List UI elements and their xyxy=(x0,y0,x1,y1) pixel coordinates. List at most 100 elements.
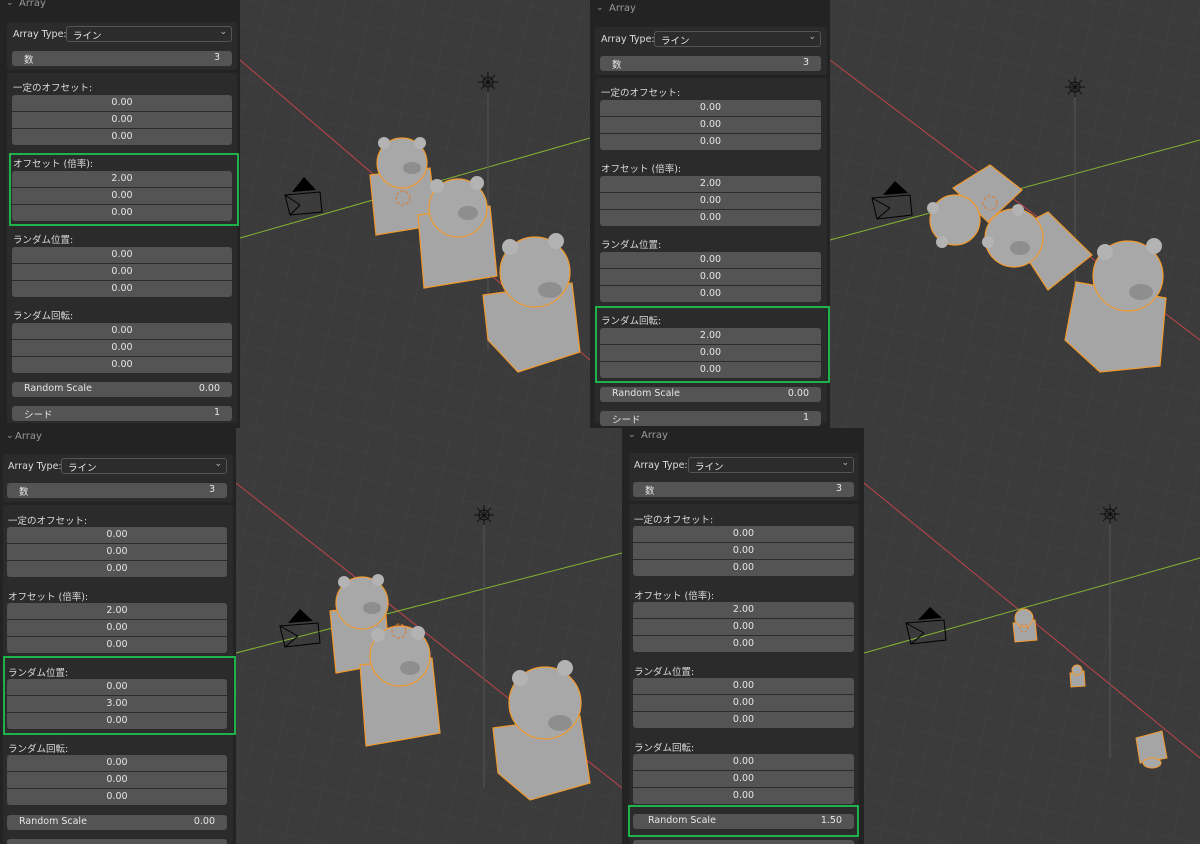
constant-offset-y-field[interactable]: 0.00 xyxy=(633,543,854,559)
array-type-value: ライン xyxy=(73,31,102,42)
random-position-y-field[interactable]: 0.00 xyxy=(633,695,854,711)
random-position-label: ランダム位置: xyxy=(13,235,74,246)
random-position-vector: 0.00 0.00 0.00 xyxy=(600,252,821,302)
relative-offset-vector: 2.00 0.00 0.00 xyxy=(7,603,227,653)
array-modifier-panel: ⌄ Array Array Type: ライン ⌄ 数 3 一定のオフセット: … xyxy=(0,0,240,428)
caret-down-icon: ⌄ xyxy=(808,32,816,42)
random-position-y-field[interactable]: 0.00 xyxy=(12,264,232,280)
constant-offset-vector: 0.00 0.00 0.00 xyxy=(633,526,854,576)
random-scale-field[interactable]: Random Scale 0.00 xyxy=(7,815,227,830)
chevron-down-icon[interactable]: ⌄ xyxy=(596,3,604,13)
random-rotation-vector: 0.00 0.00 0.00 xyxy=(633,754,854,804)
seed-field[interactable] xyxy=(633,840,854,844)
random-position-vector: 0.00 0.00 0.00 xyxy=(633,678,854,728)
seed-label: シード xyxy=(24,410,53,421)
relative-offset-x-field[interactable]: 2.00 xyxy=(600,176,821,192)
relative-offset-y-field[interactable]: 0.00 xyxy=(633,619,854,635)
array-type-dropdown[interactable]: ライン ⌄ xyxy=(688,457,854,473)
random-rotation-x-field[interactable]: 0.00 xyxy=(633,754,854,770)
random-rotation-label: ランダム回転: xyxy=(13,311,74,322)
random-rotation-vector: 0.00 0.00 0.00 xyxy=(12,323,232,373)
array-type-label: Array Type: xyxy=(13,29,67,40)
constant-offset-y-field[interactable]: 0.00 xyxy=(12,112,232,128)
chevron-down-icon[interactable]: ⌄ xyxy=(6,431,14,441)
relative-offset-x-field[interactable]: 2.00 xyxy=(7,603,227,619)
panel-title: Array xyxy=(15,431,42,442)
panel-header[interactable]: ⌄ Array xyxy=(0,0,240,14)
relative-offset-vector: 2.00 0.00 0.00 xyxy=(600,176,821,226)
relative-offset-z-field[interactable]: 0.00 xyxy=(600,210,821,226)
chevron-down-icon[interactable]: ⌄ xyxy=(628,430,636,440)
count-label: 数 xyxy=(612,60,622,71)
random-rotation-z-field[interactable]: 0.00 xyxy=(7,789,227,805)
caret-down-icon: ⌄ xyxy=(219,27,227,37)
seed-field[interactable] xyxy=(7,839,227,844)
random-position-x-field[interactable]: 0.00 xyxy=(600,252,821,268)
constant-offset-x-field[interactable]: 0.00 xyxy=(12,95,232,111)
relative-offset-x-field[interactable]: 2.00 xyxy=(633,602,854,618)
seed-value: 1 xyxy=(213,407,220,418)
constant-offset-vector: 0.00 0.00 0.00 xyxy=(7,527,227,577)
random-rotation-x-field[interactable]: 0.00 xyxy=(12,323,232,339)
random-rotation-y-field[interactable]: 0.00 xyxy=(7,772,227,788)
highlight-box xyxy=(595,306,830,383)
random-rotation-x-field[interactable]: 0.00 xyxy=(7,755,227,771)
random-rotation-vector: 0.00 0.00 0.00 xyxy=(7,755,227,805)
relative-offset-label: オフセット (倍率): xyxy=(634,591,715,602)
constant-offset-z-field[interactable]: 0.00 xyxy=(12,129,232,145)
panel-title: Array xyxy=(609,3,636,14)
random-rotation-y-field[interactable]: 0.00 xyxy=(633,771,854,787)
seed-field[interactable]: シード 1 xyxy=(12,406,232,421)
array-type-label: Array Type: xyxy=(634,460,688,471)
panel-title: Array xyxy=(641,430,668,441)
constant-offset-x-field[interactable]: 0.00 xyxy=(633,526,854,542)
constant-offset-x-field[interactable]: 0.00 xyxy=(7,527,227,543)
caret-down-icon: ⌄ xyxy=(841,458,849,468)
random-scale-field[interactable]: Random Scale 0.00 xyxy=(600,387,821,402)
caret-down-icon: ⌄ xyxy=(214,459,222,469)
seed-value: 1 xyxy=(802,412,809,423)
random-rotation-z-field[interactable]: 0.00 xyxy=(12,357,232,373)
count-field[interactable]: 数 3 xyxy=(7,483,227,498)
constant-offset-x-field[interactable]: 0.00 xyxy=(600,100,821,116)
count-field[interactable]: 数 3 xyxy=(633,482,854,497)
panel-header[interactable]: ⌄ Array xyxy=(622,428,864,446)
highlight-box xyxy=(3,656,236,735)
constant-offset-label: 一定のオフセット: xyxy=(13,83,93,94)
random-rotation-z-field[interactable]: 0.00 xyxy=(633,788,854,804)
random-rotation-label: ランダム回転: xyxy=(8,744,69,755)
constant-offset-z-field[interactable]: 0.00 xyxy=(7,561,227,577)
constant-offset-vector: 0.00 0.00 0.00 xyxy=(12,95,232,145)
random-position-z-field[interactable]: 0.00 xyxy=(600,286,821,302)
relative-offset-y-field[interactable]: 0.00 xyxy=(7,620,227,636)
array-type-dropdown[interactable]: ライン ⌄ xyxy=(61,458,227,474)
relative-offset-y-field[interactable]: 0.00 xyxy=(600,193,821,209)
panel-header[interactable]: ⌄ Array xyxy=(0,429,236,447)
constant-offset-y-field[interactable]: 0.00 xyxy=(600,117,821,133)
array-type-dropdown[interactable]: ライン ⌄ xyxy=(654,31,821,47)
relative-offset-z-field[interactable]: 0.00 xyxy=(7,637,227,653)
array-type-label: Array Type: xyxy=(601,34,655,45)
count-value: 3 xyxy=(208,484,215,495)
constant-offset-z-field[interactable]: 0.00 xyxy=(600,134,821,150)
constant-offset-z-field[interactable]: 0.00 xyxy=(633,560,854,576)
panel-header[interactable]: ⌄ Array xyxy=(590,1,830,19)
random-scale-label: Random Scale xyxy=(24,383,92,394)
random-scale-field[interactable]: Random Scale 0.00 xyxy=(12,382,232,397)
count-field[interactable]: 数 3 xyxy=(12,51,232,66)
seed-field[interactable]: シード 1 xyxy=(600,411,821,426)
highlight-box xyxy=(628,805,859,837)
random-position-y-field[interactable]: 0.00 xyxy=(600,269,821,285)
array-type-dropdown[interactable]: ライン ⌄ xyxy=(66,26,232,42)
random-position-z-field[interactable]: 0.00 xyxy=(12,281,232,297)
random-position-x-field[interactable]: 0.00 xyxy=(12,247,232,263)
random-position-z-field[interactable]: 0.00 xyxy=(633,712,854,728)
random-position-x-field[interactable]: 0.00 xyxy=(633,678,854,694)
seed-label: シード xyxy=(612,415,641,426)
relative-offset-z-field[interactable]: 0.00 xyxy=(633,636,854,652)
constant-offset-y-field[interactable]: 0.00 xyxy=(7,544,227,560)
chevron-down-icon[interactable]: ⌄ xyxy=(6,0,14,8)
random-rotation-y-field[interactable]: 0.00 xyxy=(12,340,232,356)
count-field[interactable]: 数 3 xyxy=(600,56,821,71)
relative-offset-label: オフセット (倍率): xyxy=(601,164,682,175)
